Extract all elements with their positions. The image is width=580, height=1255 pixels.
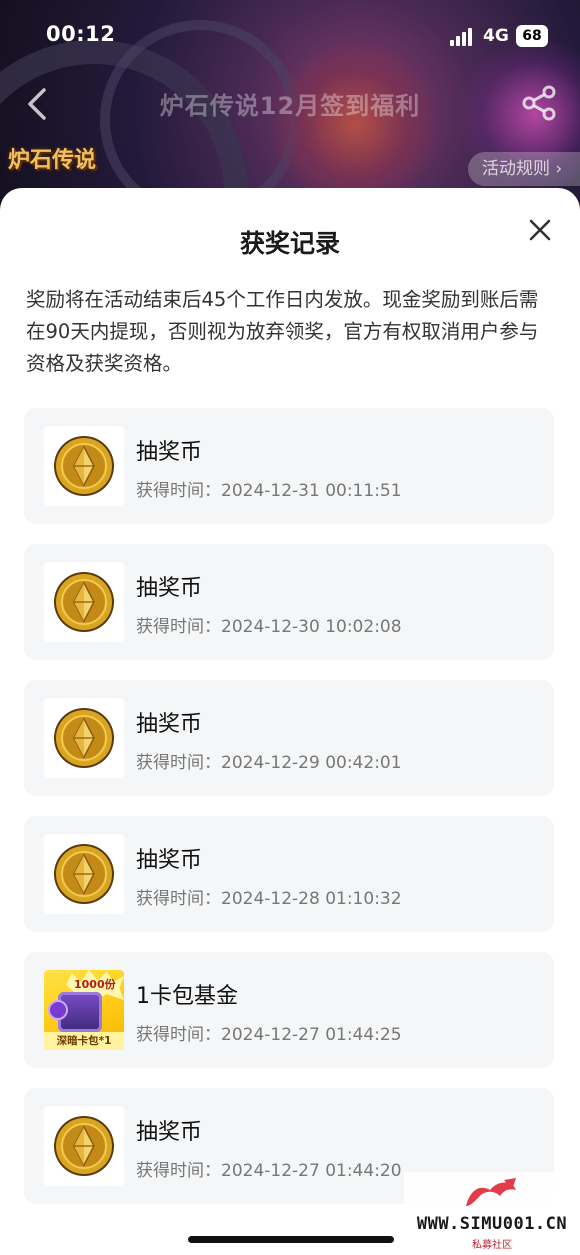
obtained-time: 获得时间：2024-12-31 00:11:51	[136, 476, 402, 501]
coin-icon	[54, 844, 114, 904]
page-title: 炉石传说12月签到福利	[159, 92, 421, 120]
game-logo: 炉石传说	[8, 147, 97, 173]
obtained-time-label: 获得时间：	[136, 889, 221, 909]
obtained-time-label: 获得时间：	[136, 753, 221, 773]
close-icon[interactable]	[526, 216, 554, 244]
obtained-time-value: 2024-12-31 00:11:51	[221, 481, 402, 501]
reward-thumbnail	[44, 1106, 124, 1186]
card-pack-icon: 1000份深暗卡包*1	[44, 970, 124, 1050]
prize-record-sheet: 获奖记录 奖励将在活动结束后45个工作日内发放。现金奖励到账后需在90天内提现，…	[0, 188, 580, 1255]
reward-thumbnail	[44, 834, 124, 914]
obtained-time-value: 2024-12-27 01:44:25	[221, 1025, 402, 1045]
obtained-time-label: 获得时间：	[136, 481, 221, 501]
coin-icon	[54, 436, 114, 496]
reward-name: 抽奖币	[136, 1120, 203, 1145]
reward-thumbnail	[44, 426, 124, 506]
obtained-time-label: 获得时间：	[136, 1161, 221, 1181]
watermark-subtitle: 私募社区	[472, 1240, 512, 1251]
record-list: 抽奖币 获得时间：2024-12-31 00:11:51 抽奖币 获得时间：2024-…	[24, 408, 554, 1224]
coin-icon	[54, 1116, 114, 1176]
watermark-logo-icon	[466, 1178, 516, 1206]
signal-icon	[450, 28, 476, 46]
reward-thumbnail	[44, 698, 124, 778]
record-item: 抽奖币获得时间：2024-12-30 10:02:08	[24, 544, 554, 660]
obtained-time-label: 获得时间：	[136, 617, 221, 637]
status-bar: 00:12 4G 68	[0, 0, 580, 72]
record-item: 1000份深暗卡包*1 1卡包基金获得时间：2024-12-27 01:44:25	[24, 952, 554, 1068]
share-icon[interactable]	[520, 84, 558, 122]
home-indicator	[188, 1236, 394, 1243]
record-item: 抽奖币获得时间：2024-12-28 01:10:32	[24, 816, 554, 932]
obtained-time: 获得时间：2024-12-30 10:02:08	[136, 612, 402, 637]
coin-icon	[54, 572, 114, 632]
obtained-time: 获得时间：2024-12-27 01:44:25	[136, 1020, 402, 1045]
watermark-url: WWW.SIMU001.CN	[416, 1214, 568, 1234]
watermark: WWW.SIMU001.CN 私募社区	[404, 1172, 580, 1255]
obtained-time-value: 2024-12-28 01:10:32	[221, 889, 402, 909]
chevron-right-icon: ›	[555, 159, 563, 179]
obtained-time-value: 2024-12-30 10:02:08	[221, 617, 402, 637]
obtained-time-value: 2024-12-29 00:42:01	[221, 753, 402, 773]
obtained-time: 获得时间：2024-12-28 01:10:32	[136, 884, 402, 909]
network-label: 4G	[483, 26, 509, 46]
coin-icon	[54, 708, 114, 768]
reward-name: 抽奖币	[136, 576, 203, 601]
battery-icon: 68	[516, 25, 548, 47]
reward-name: 抽奖币	[136, 848, 203, 873]
obtained-time: 获得时间：2024-12-27 01:44:20	[136, 1156, 402, 1181]
record-item: 抽奖币获得时间：2024-12-31 00:11:51	[24, 408, 554, 524]
reward-thumbnail	[44, 562, 124, 642]
reward-thumbnail: 1000份深暗卡包*1	[44, 970, 124, 1050]
activity-rules-label: 活动规则	[482, 159, 550, 179]
status-time: 00:12	[46, 22, 116, 46]
sheet-title: 获奖记录	[239, 229, 340, 258]
pack-badge: 1000份	[74, 978, 116, 991]
reward-name: 抽奖币	[136, 440, 203, 465]
obtained-time-value: 2024-12-27 01:44:20	[221, 1161, 402, 1181]
reward-name: 1卡包基金	[136, 984, 238, 1009]
activity-rules-button[interactable]: 活动规则 ›	[468, 152, 580, 186]
record-item: 抽奖币获得时间：2024-12-29 00:42:01	[24, 680, 554, 796]
obtained-time: 获得时间：2024-12-29 00:42:01	[136, 748, 402, 773]
reward-notice: 奖励将在活动结束后45个工作日内发放。现金奖励到账后需在90天内提现，否则视为放…	[26, 288, 539, 375]
reward-name: 抽奖币	[136, 712, 203, 737]
pack-caption: 深暗卡包*1	[44, 1032, 124, 1050]
obtained-time-label: 获得时间：	[136, 1025, 221, 1045]
